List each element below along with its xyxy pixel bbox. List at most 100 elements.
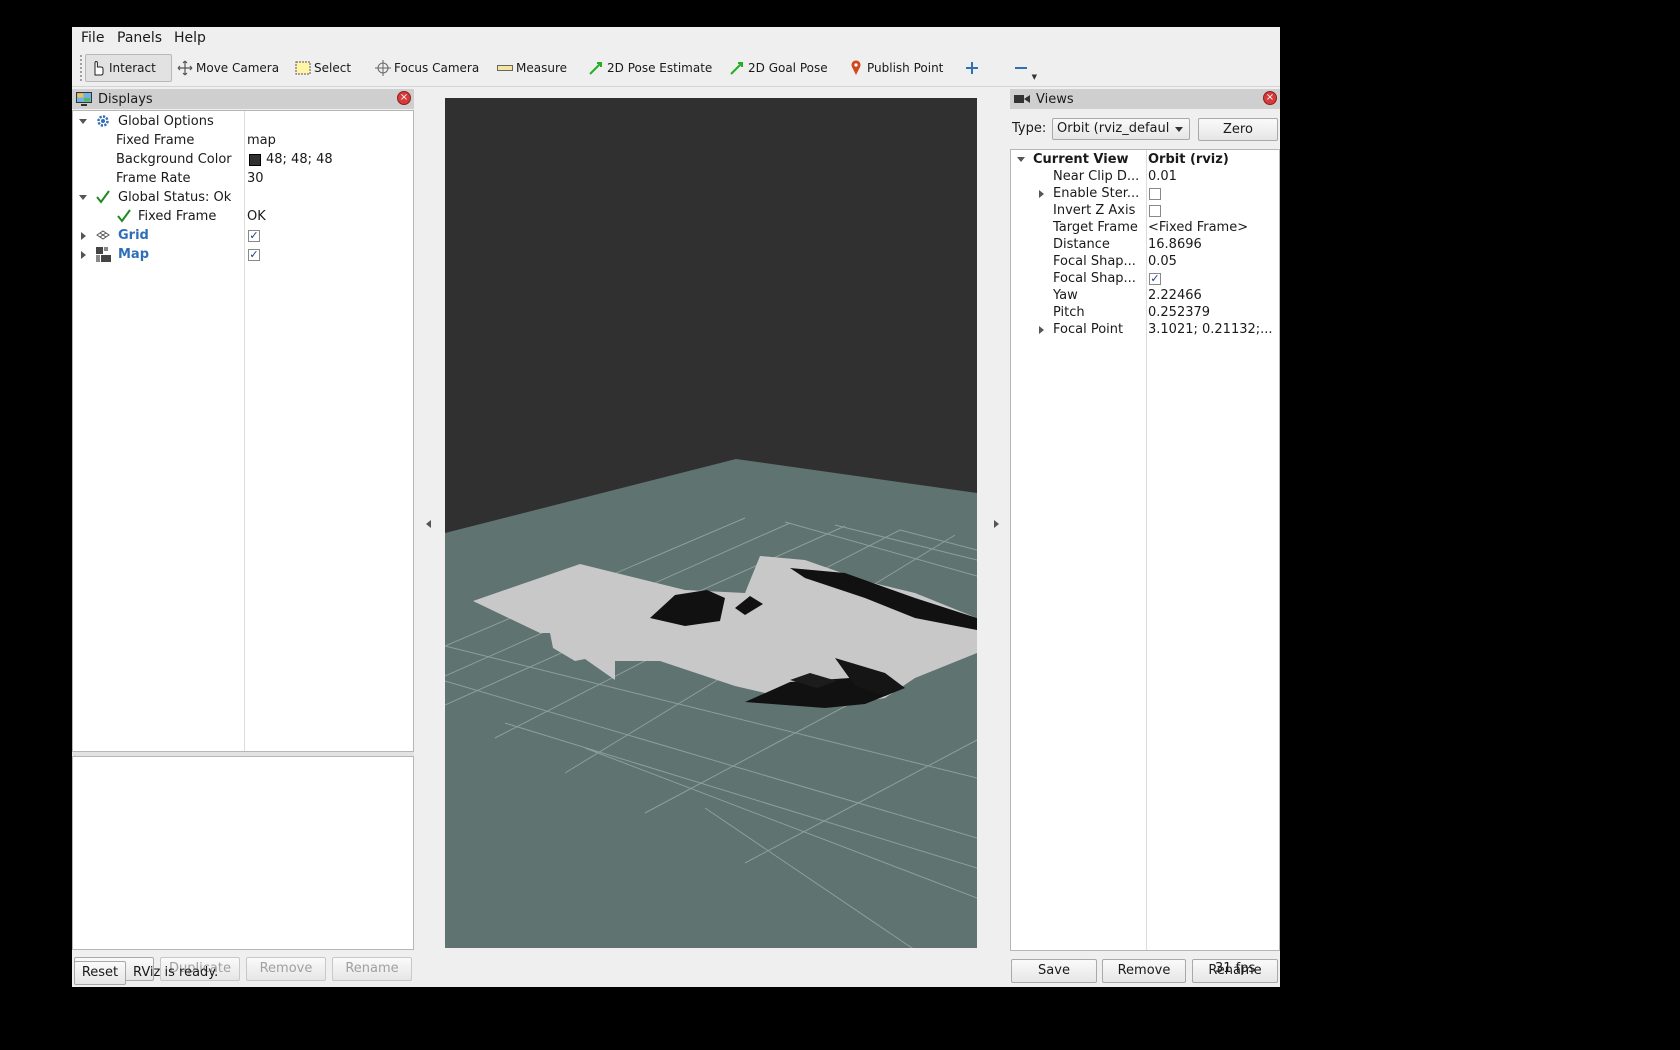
2d-goal-pose-label: 2D Goal Pose	[748, 61, 828, 75]
menu-panels[interactable]: Panels	[117, 30, 162, 46]
ruler-icon	[497, 60, 513, 76]
view-prop-label: Invert Z Axis	[1053, 203, 1136, 218]
view-prop-row[interactable]: Focal Point 3.1021; 0.21132;...	[1011, 321, 1279, 340]
enable-stereo-checkbox[interactable]	[1149, 188, 1161, 200]
grid-enabled-checkbox[interactable]: ✓	[248, 230, 260, 242]
collapse-left-arrow-icon[interactable]	[426, 520, 431, 528]
tree-row-global-options[interactable]: Global Options	[73, 113, 413, 132]
view-prop-label: Focal Point	[1053, 322, 1124, 337]
collapse-right-arrow-icon[interactable]	[994, 520, 999, 528]
fixed-frame-label: Fixed Frame	[116, 133, 195, 148]
remove-view-button[interactable]: Remove	[1102, 959, 1186, 983]
focus-camera-tool-button[interactable]: Focus Camera	[371, 54, 483, 82]
rviz-window: File Panels Help Interact Move Camera Se…	[72, 27, 1280, 987]
expand-arrow-icon[interactable]	[1039, 190, 1044, 198]
select-tool-button[interactable]: Select	[291, 54, 355, 82]
close-icon[interactable]: ×	[1263, 91, 1277, 105]
toolbar: Interact Move Camera Select Focus Camera…	[72, 50, 1280, 87]
view-type-dropdown[interactable]: Orbit (rviz_defaul	[1052, 118, 1190, 140]
view-prop-label: Distance	[1053, 237, 1110, 252]
remove-tool-button[interactable]: ▼	[1009, 54, 1039, 82]
checkmark-icon	[96, 190, 110, 208]
background-color-label: Background Color	[116, 152, 232, 167]
grid-icon	[96, 229, 110, 245]
close-icon[interactable]: ×	[397, 91, 411, 105]
select-label: Select	[314, 61, 352, 75]
map-icon	[96, 247, 112, 267]
minus-icon	[1013, 60, 1029, 76]
expand-arrow-icon[interactable]	[81, 232, 86, 240]
camera-icon	[1014, 93, 1030, 105]
expand-arrow-icon[interactable]	[79, 195, 87, 200]
grid-label: Grid	[118, 228, 149, 243]
view-prop-value[interactable]: 16.8696	[1148, 237, 1202, 252]
map-label: Map	[118, 247, 150, 262]
gear-icon	[96, 114, 110, 132]
reset-button[interactable]: Reset	[74, 961, 126, 985]
displays-monitor-icon	[76, 92, 92, 106]
views-tree: Current View Orbit (rviz) Near Clip D...…	[1010, 149, 1280, 951]
tree-row-map[interactable]: Map ✓	[73, 246, 413, 265]
view-prop-label: Target Frame	[1053, 220, 1138, 235]
interact-tool-button[interactable]: Interact	[85, 54, 172, 82]
tree-row-fixed-frame[interactable]: Fixed Frame map	[73, 132, 413, 151]
frame-rate-label: Frame Rate	[116, 171, 191, 186]
view-prop-value[interactable]: 2.22466	[1148, 288, 1202, 303]
measure-tool-button[interactable]: Measure	[493, 54, 571, 82]
green-arrow-icon	[729, 60, 745, 76]
color-swatch	[249, 154, 261, 166]
chevron-down-icon	[1175, 127, 1183, 132]
displays-panel-header: Displays ×	[72, 89, 414, 109]
measure-label: Measure	[516, 61, 567, 75]
map-enabled-checkbox[interactable]: ✓	[248, 249, 260, 261]
invert-z-axis-checkbox[interactable]	[1149, 205, 1161, 217]
background-color-value[interactable]: 48; 48; 48	[266, 152, 333, 167]
expand-arrow-icon[interactable]	[1017, 157, 1025, 162]
global-status-label: Global Status: Ok	[118, 190, 232, 205]
view-prop-value[interactable]: 0.05	[1148, 254, 1177, 269]
menu-bar: File Panels Help	[72, 27, 1280, 49]
status-fixed-frame-value: OK	[247, 209, 266, 224]
view-prop-label: Focal Shap...	[1053, 271, 1136, 286]
view-prop-value[interactable]: 0.01	[1148, 169, 1177, 184]
dropdown-arrow-icon: ▼	[1031, 73, 1037, 81]
view-prop-value[interactable]: <Fixed Frame>	[1148, 220, 1248, 235]
remove-display-button[interactable]: Remove	[246, 957, 326, 981]
expand-arrow-icon[interactable]	[1039, 326, 1044, 334]
global-options-label: Global Options	[118, 114, 214, 129]
rename-display-button[interactable]: Rename	[332, 957, 412, 981]
3d-viewport[interactable]	[445, 98, 977, 948]
focal-shape-checkbox[interactable]: ✓	[1149, 273, 1161, 285]
frame-rate-value[interactable]: 30	[247, 171, 264, 186]
2d-goal-pose-tool-button[interactable]: 2D Goal Pose	[725, 54, 832, 82]
tree-row-status-fixed-frame[interactable]: Fixed Frame OK	[73, 208, 413, 227]
tree-row-frame-rate[interactable]: Frame Rate 30	[73, 170, 413, 189]
views-panel-header: Views ×	[1010, 89, 1280, 109]
view-prop-value[interactable]: 0.252379	[1148, 305, 1210, 320]
tree-row-background-color[interactable]: Background Color 48; 48; 48	[73, 151, 413, 170]
status-message: RViz is ready.	[133, 965, 219, 980]
save-view-button[interactable]: Save	[1011, 959, 1097, 983]
fixed-frame-value[interactable]: map	[247, 133, 276, 148]
fps-readout: 31 fps	[1215, 961, 1256, 976]
2d-pose-estimate-tool-button[interactable]: 2D Pose Estimate	[584, 54, 716, 82]
menu-help[interactable]: Help	[174, 30, 206, 46]
view-prop-value[interactable]: 3.1021; 0.21132;...	[1148, 322, 1273, 337]
view-prop-label: Enable Ster...	[1053, 186, 1140, 201]
view-type-value: Orbit (rviz_defaul	[1057, 121, 1170, 136]
expand-arrow-icon[interactable]	[79, 119, 87, 124]
current-view-value: Orbit (rviz)	[1148, 152, 1229, 167]
tree-row-grid[interactable]: Grid ✓	[73, 227, 413, 246]
green-arrow-icon	[588, 60, 604, 76]
checkmark-icon	[117, 209, 131, 227]
expand-arrow-icon[interactable]	[81, 251, 86, 259]
interact-label: Interact	[109, 61, 156, 75]
menu-file[interactable]: File	[81, 30, 104, 46]
tree-row-global-status[interactable]: Global Status: Ok	[73, 189, 413, 208]
publish-point-tool-button[interactable]: Publish Point	[844, 54, 947, 82]
zero-view-button[interactable]: Zero	[1198, 118, 1278, 141]
add-tool-button[interactable]	[960, 54, 986, 82]
move-arrows-icon	[177, 60, 193, 76]
move-camera-tool-button[interactable]: Move Camera	[173, 54, 283, 82]
select-box-icon	[295, 60, 311, 76]
